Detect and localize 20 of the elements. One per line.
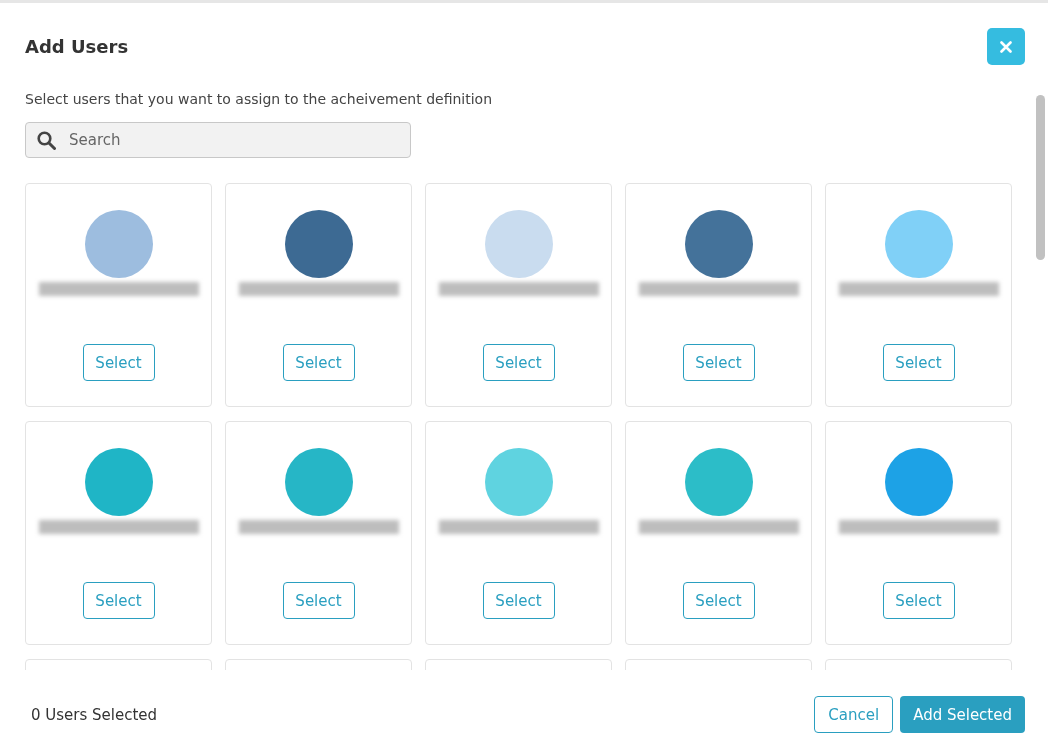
select-button[interactable]: Select <box>282 582 355 619</box>
select-button[interactable]: Select <box>82 582 155 619</box>
add-selected-button[interactable]: Add Selected <box>900 696 1025 733</box>
cancel-button[interactable]: Cancel <box>814 696 894 733</box>
select-button[interactable]: Select <box>282 344 355 381</box>
scrollbar-thumb[interactable] <box>1036 95 1045 260</box>
select-button[interactable]: Select <box>882 582 955 619</box>
dialog-description: Select users that you want to assign to the acheivement definition <box>25 91 494 107</box>
select-button[interactable]: Select <box>482 344 555 381</box>
selected-count: 0 Users Selected <box>31 705 158 724</box>
close-button[interactable] <box>987 28 1025 65</box>
dialog-title: Add Users <box>25 36 129 57</box>
select-button[interactable]: Select <box>682 582 755 619</box>
select-button[interactable]: Select <box>82 344 155 381</box>
search-icon <box>37 131 56 150</box>
select-button[interactable]: Select <box>882 344 955 381</box>
search-field[interactable]: Search <box>25 122 411 158</box>
select-button[interactable]: Select <box>482 582 555 619</box>
select-button[interactable]: Select <box>682 344 755 381</box>
close-icon <box>1000 40 1012 53</box>
